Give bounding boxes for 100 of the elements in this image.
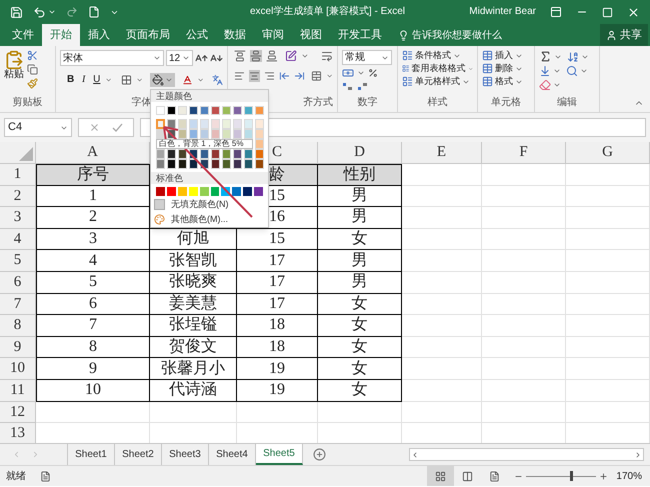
increase-indent-icon[interactable]: [294, 70, 305, 82]
color-swatch[interactable]: [178, 106, 187, 115]
color-swatch[interactable]: [233, 159, 242, 169]
color-swatch[interactable]: [178, 129, 187, 139]
percent-icon[interactable]: [368, 68, 378, 78]
color-swatch[interactable]: [200, 119, 209, 129]
row-header[interactable]: 7: [0, 294, 36, 316]
format-painter-icon[interactable]: [27, 78, 38, 89]
bottom-align-icon[interactable]: [266, 50, 278, 62]
color-swatch[interactable]: [156, 149, 165, 159]
color-swatch[interactable]: [244, 129, 253, 139]
row-header[interactable]: 1: [0, 164, 36, 186]
color-swatch[interactable]: [167, 106, 176, 115]
zoom-in-icon[interactable]: [599, 472, 608, 480]
caret-icon[interactable]: [48, 8, 56, 16]
color-swatch[interactable]: [167, 149, 176, 159]
macro-record-icon[interactable]: [40, 470, 51, 482]
tell-me-field[interactable]: 告诉我你想要做什么: [412, 28, 502, 42]
color-swatch[interactable]: [233, 149, 242, 159]
horizontal-scrollbar[interactable]: [409, 448, 644, 461]
color-swatch[interactable]: [222, 159, 231, 169]
color-swatch[interactable]: [244, 119, 253, 129]
color-swatch[interactable]: [211, 159, 220, 169]
cells-menu-button[interactable]: 插入: [495, 51, 513, 60]
color-swatch[interactable]: [233, 106, 242, 115]
color-swatch[interactable]: [244, 159, 253, 169]
orientation-icon[interactable]: [285, 50, 298, 62]
color-swatch[interactable]: [200, 129, 209, 139]
sheet-tab[interactable]: Sheet5: [256, 444, 303, 465]
ribbon-display-icon[interactable]: [550, 6, 562, 18]
color-swatch[interactable]: [156, 119, 165, 129]
ribbon-tab[interactable]: 审阅: [254, 24, 292, 46]
color-swatch[interactable]: [255, 119, 264, 129]
row-header[interactable]: 2: [0, 186, 36, 208]
add-sheet-icon[interactable]: [313, 448, 326, 461]
color-swatch[interactable]: [222, 129, 231, 139]
color-swatch[interactable]: [255, 106, 264, 115]
color-swatch[interactable]: [255, 129, 264, 139]
color-swatch[interactable]: [178, 149, 187, 159]
color-swatch[interactable]: [211, 119, 220, 129]
color-swatch[interactable]: [254, 187, 264, 196]
row-header[interactable]: 8: [0, 315, 36, 337]
row-header[interactable]: 5: [0, 250, 36, 272]
currency-icon[interactable]: [342, 67, 354, 79]
maximize-icon[interactable]: [602, 6, 613, 18]
paste-button[interactable]: 粘贴: [4, 50, 24, 89]
save-icon[interactable]: [10, 6, 23, 18]
ribbon-tab[interactable]: 插入: [80, 24, 118, 46]
new-file-icon[interactable]: [88, 6, 100, 18]
increase-decimal-icon[interactable]: [342, 81, 353, 91]
styles-menu-button[interactable]: 套用表格格式: [412, 64, 466, 73]
scroll-left-icon[interactable]: [411, 450, 419, 458]
color-swatch[interactable]: [189, 159, 198, 169]
color-swatch[interactable]: [222, 119, 231, 129]
underline-button[interactable]: U: [92, 72, 102, 87]
check-icon[interactable]: [112, 122, 123, 133]
sort-icon[interactable]: [567, 50, 579, 62]
color-swatch[interactable]: [211, 149, 220, 159]
decrease-decimal-icon[interactable]: [357, 81, 368, 91]
color-swatch[interactable]: [233, 119, 242, 129]
row-header[interactable]: 11: [0, 380, 36, 402]
color-swatch[interactable]: [156, 159, 165, 169]
color-swatch[interactable]: [243, 187, 252, 196]
top-align-icon[interactable]: [234, 50, 246, 62]
search-icon[interactable]: [566, 65, 578, 77]
color-swatch[interactable]: [222, 106, 231, 115]
color-swatch[interactable]: [167, 159, 176, 169]
color-swatch[interactable]: [156, 129, 165, 139]
row-header[interactable]: 4: [0, 228, 36, 250]
caret-icon[interactable]: [153, 54, 161, 62]
column-header[interactable]: F: [482, 142, 566, 163]
color-swatch[interactable]: [166, 187, 176, 196]
fill-color-button[interactable]: [150, 72, 175, 86]
view-button[interactable]: [427, 466, 454, 486]
row-header[interactable]: 13: [0, 423, 36, 443]
column-header[interactable]: E: [402, 142, 482, 163]
fill-down-icon[interactable]: [539, 65, 551, 77]
color-swatch[interactable]: [244, 106, 253, 115]
number-format-field[interactable]: 常规: [342, 50, 392, 65]
align-right-icon[interactable]: [264, 70, 275, 82]
zoom-slider[interactable]: [526, 471, 596, 481]
color-swatch[interactable]: [189, 106, 198, 115]
column-header[interactable]: D: [318, 142, 402, 163]
color-swatch[interactable]: [200, 187, 209, 196]
ribbon-tab[interactable]: 视图: [292, 24, 330, 46]
color-swatch[interactable]: [189, 119, 198, 129]
color-swatch[interactable]: [255, 139, 264, 149]
color-swatch[interactable]: [210, 187, 220, 196]
cells-menu-button[interactable]: 删除: [495, 64, 513, 73]
merge-icon[interactable]: [310, 70, 322, 82]
share-button[interactable]: 共享: [600, 24, 648, 46]
ribbon-tab[interactable]: 公式: [178, 24, 216, 46]
color-swatch[interactable]: [255, 149, 264, 159]
ribbon-tab[interactable]: 开发工具: [330, 24, 390, 46]
color-swatch[interactable]: [189, 129, 198, 139]
align-center-icon[interactable]: [248, 70, 260, 82]
color-swatch[interactable]: [211, 129, 220, 139]
row-header[interactable]: 12: [0, 402, 36, 424]
font-color-icon[interactable]: [182, 74, 193, 86]
color-swatch[interactable]: [211, 106, 220, 115]
